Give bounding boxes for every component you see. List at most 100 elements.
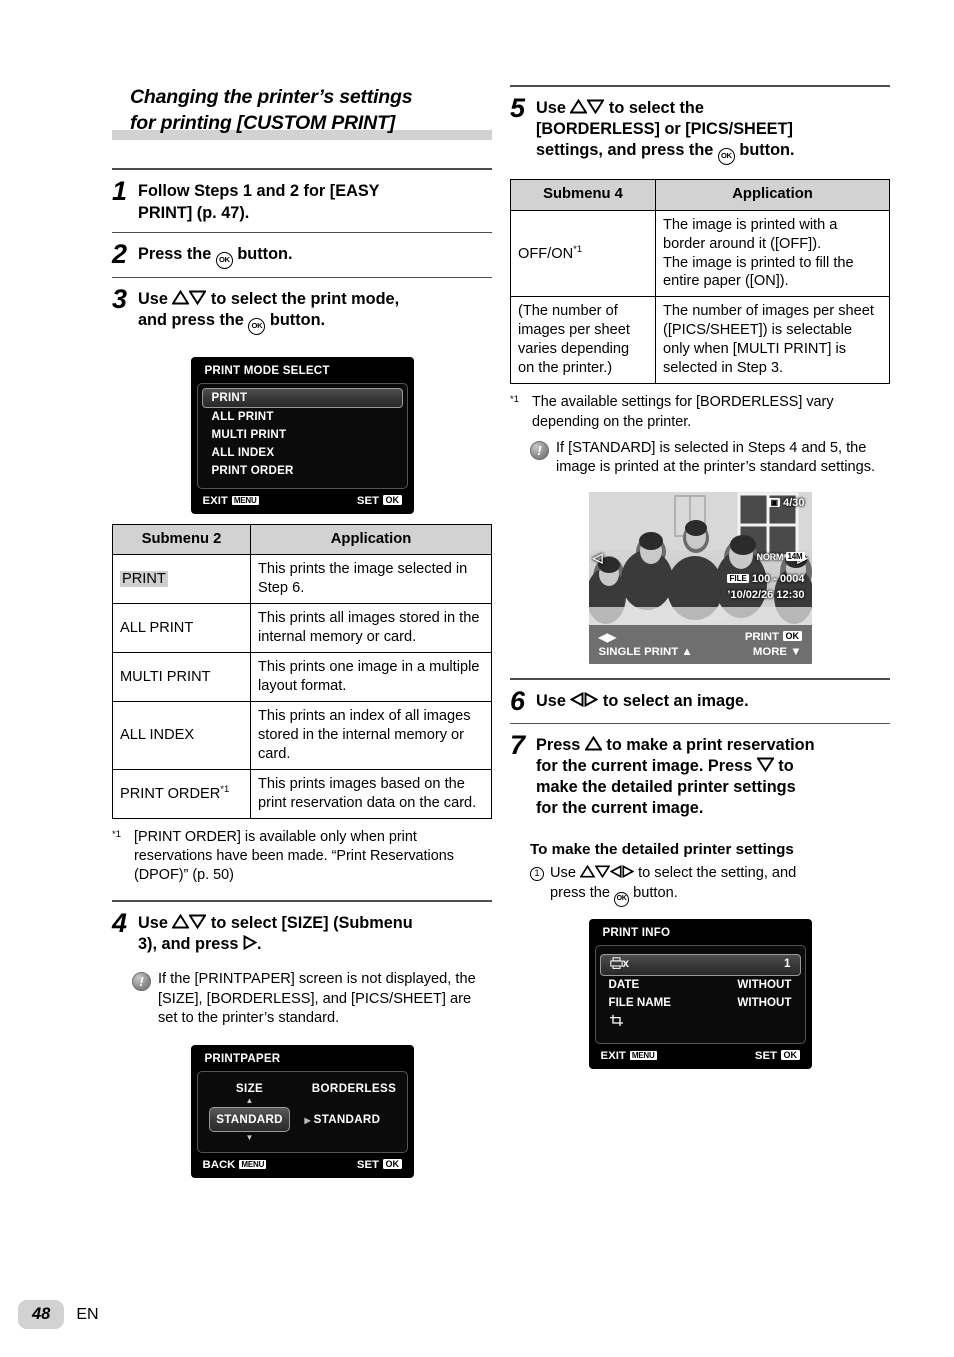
- table-header-row: Submenu 2 Application: [112, 523, 492, 556]
- step-7-number: 7: [510, 729, 526, 760]
- step-3-text-c: and press the: [138, 310, 249, 329]
- print-info-set-action[interactable]: SET OK: [755, 1049, 800, 1062]
- printpaper-back-action[interactable]: BACK MENU: [203, 1159, 267, 1171]
- step-2-text-b: button.: [232, 244, 293, 263]
- scroll-up-arrow-icon: ▲: [245, 1095, 254, 1105]
- caution-icon: [530, 440, 549, 460]
- language-code: EN: [76, 1305, 99, 1323]
- print-info-copies-row[interactable]: x 1: [599, 953, 801, 976]
- menu-badge-icon: MENU: [629, 1050, 657, 1060]
- set-label: SET: [356, 1158, 379, 1171]
- print-mode-set-action[interactable]: SET OK: [356, 494, 402, 507]
- detailed-settings-heading: To make the detailed printer settings: [530, 841, 794, 859]
- submenu4-application: The image is printed with a border aroun…: [655, 209, 890, 298]
- step-3-text-a: Use: [138, 289, 173, 308]
- date-value: WITHOUT: [737, 978, 792, 992]
- step-7-text-b: to make a print reservation: [601, 735, 815, 754]
- submenu4-name: OFF/ON: [518, 245, 574, 262]
- step-5-note: If [STANDARD] is selected in Steps 4 and…: [510, 439, 890, 478]
- quality-indicator: NORM 14M: [757, 552, 805, 562]
- submenu2-application: This prints all images stored in the int…: [250, 603, 492, 654]
- print-mode-list[interactable]: PRINT ALL PRINT MULTI PRINT ALL INDEX PR…: [198, 384, 407, 488]
- ok-button-icon: OK: [717, 148, 735, 166]
- date-label: DATE: [608, 978, 640, 992]
- right-footnote-text: The available settings for [BORDERLESS] …: [532, 394, 834, 430]
- printpaper-screenshot-wrap: PRINTPAPER SIZE BORDERLESS ▲ STANDARD ▶ S…: [112, 1044, 492, 1178]
- step-4-text-c: 3), and press: [138, 934, 243, 953]
- copies-value: 1: [784, 957, 791, 971]
- step-5: 5 Use to select the [BORDERLESS] or [PIC…: [510, 87, 890, 173]
- exit-label: EXIT: [600, 1049, 626, 1062]
- table-row: PRINT This prints the image selected in …: [112, 554, 492, 605]
- print-mode-item-all-print[interactable]: ALL PRINT: [198, 408, 407, 426]
- table-row: PRINT ORDER*1 This prints images based o…: [112, 768, 492, 819]
- left-footnote-text: [PRINT ORDER] is available only when pri…: [134, 828, 454, 884]
- step-1-text-a: Follow Steps 1 and 2 for [EASY: [138, 182, 380, 201]
- step-7-text-a: Press: [536, 735, 585, 754]
- detailed-settings-item-1: 1 Use to select the setting, and press t…: [510, 864, 890, 907]
- table-row: ALL INDEX This prints an index of all im…: [112, 701, 492, 770]
- more-action[interactable]: MORE ▼: [753, 646, 802, 658]
- submenu4-col-header: Submenu 4: [510, 179, 656, 211]
- print-info-crop-row[interactable]: [596, 1012, 805, 1033]
- table-row: MULTI PRINT This prints one image in a m…: [112, 652, 492, 703]
- print-mode-item-print[interactable]: PRINT: [201, 387, 403, 408]
- back-label: BACK: [202, 1158, 236, 1171]
- printpaper-size-value[interactable]: STANDARD: [209, 1106, 290, 1132]
- single-print-action[interactable]: SINGLE PRINT ▲: [599, 646, 693, 658]
- submenu2-name: MULTI PRINT: [112, 652, 251, 703]
- triangle-up-icon: [172, 913, 190, 929]
- crop-icon: [609, 1015, 624, 1030]
- step-4: 4 Use to select [SIZE] (Submenu 3), and …: [112, 902, 492, 963]
- step-7: 7 Press to make a print reservation for …: [510, 724, 890, 828]
- triangle-down-icon: [587, 99, 605, 114]
- submenu2-name: ALL INDEX: [112, 701, 251, 770]
- ok-badge-icon: OK: [783, 631, 802, 642]
- step-6-text-b: to select an image.: [598, 692, 749, 711]
- printer-icon: [609, 957, 623, 972]
- application-col-header: Application: [250, 523, 492, 556]
- triangle-up-icon: [584, 735, 602, 751]
- triangle-up-icon: [580, 865, 596, 878]
- print-info-filename-row[interactable]: FILE NAME WITHOUT: [596, 994, 805, 1012]
- section-heading: Changing the printer’s settings for prin…: [112, 85, 492, 141]
- print-info-date-row[interactable]: DATE WITHOUT: [596, 976, 805, 994]
- submenu2-name: ALL PRINT: [112, 603, 251, 654]
- submenu2-name: PRINT: [120, 570, 168, 587]
- step-3-number: 3: [112, 283, 128, 314]
- printpaper-set-action[interactable]: SET OK: [356, 1158, 402, 1171]
- print-info-title: PRINT INFO: [602, 925, 671, 939]
- print-action[interactable]: PRINT OK: [745, 631, 802, 643]
- prev-image-arrow-icon[interactable]: ◁: [593, 550, 603, 566]
- print-mode-exit-action[interactable]: EXIT MENU: [203, 495, 259, 507]
- photo-preview-wrap: ▣ 4/30 ◁ ▷ NORM 14M FILE 100 - 0004 ’10/…: [510, 492, 890, 665]
- ok-badge-icon: OK: [383, 494, 402, 505]
- step-4-text-b: to select [SIZE] (Submenu: [206, 913, 413, 932]
- print-info-exit-action[interactable]: EXIT MENU: [601, 1050, 657, 1062]
- submenu2-name: PRINT ORDER: [120, 785, 221, 802]
- item1-text-b: to select the setting, and: [634, 865, 797, 882]
- set-label: SET: [356, 494, 379, 507]
- card-icon: ▣: [768, 498, 781, 508]
- submenu4-table: Submenu 4 Application OFF/ON*1 The image…: [510, 179, 890, 385]
- print-mode-item-multi-print[interactable]: MULTI PRINT: [198, 426, 407, 444]
- step-1-number: 1: [112, 176, 128, 207]
- step-4-note: If the [PRINTPAPER] screen is not displa…: [112, 970, 492, 1029]
- ok-button-icon: OK: [614, 891, 630, 907]
- print-mode-item-all-index[interactable]: ALL INDEX: [198, 444, 407, 462]
- submenu4-application: The number of images per sheet ([PICS/SH…: [655, 296, 890, 385]
- right-column: 5 Use to select the [BORDERLESS] or [PIC…: [510, 85, 890, 1069]
- submenu2-application: This prints images based on the print re…: [250, 768, 492, 819]
- section-title-line1: Changing the printer’s settings: [130, 86, 413, 108]
- step-2: 2 Press the OK button.: [112, 233, 492, 277]
- preview-action-bar: ◀▶ PRINT OK SINGLE PRINT ▲ MORE ▼: [588, 625, 812, 665]
- ordered-list-number: 1: [530, 867, 544, 882]
- print-mode-item-print-order[interactable]: PRINT ORDER: [198, 462, 407, 480]
- submenu2-application: This prints the image selected in Step 6…: [250, 554, 492, 605]
- print-mode-select-screenshot-wrap: PRINT MODE SELECT PRINT ALL PRINT MULTI …: [112, 356, 492, 514]
- step-5-text-e: button.: [734, 141, 795, 160]
- printpaper-borderless-value[interactable]: STANDARD: [314, 1113, 381, 1126]
- scroll-down-arrow-icon: ▼: [245, 1132, 254, 1142]
- triangle-right-icon: [584, 692, 599, 708]
- exit-label: EXIT: [202, 494, 228, 507]
